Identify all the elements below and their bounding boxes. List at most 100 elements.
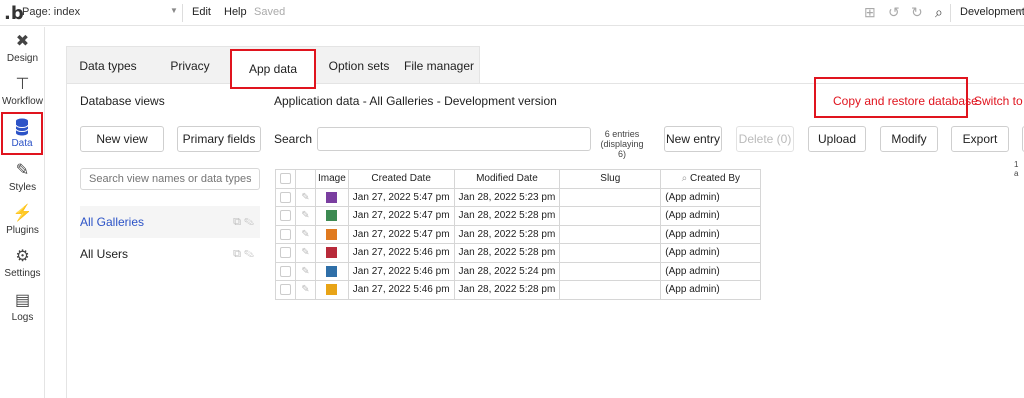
modified-date-cell[interactable]: Jan 28, 2022 5:28 pm [453, 243, 561, 263]
tab-data-types[interactable]: Data types [67, 47, 149, 85]
image-thumbnail[interactable] [326, 247, 338, 259]
row-checkbox-cell[interactable] [275, 187, 296, 207]
environment-selector[interactable]: Development [960, 6, 1024, 18]
rail-item-styles[interactable]: ✎ Styles [0, 158, 45, 200]
column-header[interactable]: Slug [559, 169, 662, 189]
created-date-cell[interactable]: Jan 27, 2022 5:47 pm [347, 224, 455, 244]
created-by-cell[interactable]: (App admin) [660, 243, 762, 263]
new-view-button[interactable]: New view [80, 126, 164, 152]
created-date-cell[interactable]: Jan 27, 2022 5:46 pm [347, 280, 455, 300]
rail-item-plugins[interactable]: ⚡ Plugins [0, 201, 45, 243]
modified-date-cell[interactable]: Jan 28, 2022 5:28 pm [453, 224, 561, 244]
image-thumbnail[interactable] [326, 284, 338, 296]
table-row[interactable]: ✎ Jan 27, 2022 5:46 pm Jan 28, 2022 5:28 p… [275, 243, 762, 263]
modify-button[interactable]: Modify [880, 126, 938, 152]
pencil-icon[interactable]: ✎ [301, 247, 309, 258]
table-row[interactable]: ✎ Jan 27, 2022 5:47 pm Jan 28, 2022 5:28 p… [275, 206, 762, 226]
checkbox[interactable] [280, 265, 291, 277]
gift-icon[interactable]: ⊞ [864, 4, 876, 21]
edit-cell[interactable]: ✎ [295, 187, 316, 207]
undo-icon[interactable]: ↺ [888, 4, 900, 21]
edit-cell[interactable]: ✎ [295, 280, 316, 300]
slug-cell[interactable] [559, 224, 662, 244]
created-by-cell[interactable]: (App admin) [660, 187, 762, 207]
search-icon[interactable]: ⌕ [682, 173, 688, 184]
created-date-cell[interactable]: Jan 27, 2022 5:46 pm [347, 261, 455, 281]
image-cell[interactable] [315, 280, 349, 300]
copy-edit-icons[interactable]: ⧉ ✎ [233, 206, 254, 238]
rail-item-logs[interactable]: ▤ Logs [0, 288, 45, 330]
switch-live-link[interactable]: Switch to li [974, 94, 1024, 108]
tab-file-manager[interactable]: File manager [399, 47, 479, 85]
export-button[interactable]: Export [951, 126, 1009, 152]
created-by-cell[interactable]: (App admin) [660, 280, 762, 300]
table-row[interactable]: ✎ Jan 27, 2022 5:47 pm Jan 28, 2022 5:23 p… [275, 187, 762, 207]
rail-item-workflow[interactable]: ⊤ Workflow [0, 72, 45, 114]
chevron-down-icon[interactable]: ▼ [1016, 7, 1024, 16]
search-input[interactable] [317, 127, 591, 151]
modified-date-cell[interactable]: Jan 28, 2022 5:23 pm [453, 187, 561, 207]
row-checkbox-cell[interactable] [275, 280, 296, 300]
delete-button[interactable]: Delete (0) [736, 126, 794, 152]
image-thumbnail[interactable] [326, 265, 338, 277]
pencil-icon[interactable]: ✎ [301, 266, 309, 277]
rail-item-data[interactable]: Data [1, 112, 43, 155]
image-thumbnail[interactable] [326, 191, 338, 203]
slug-cell[interactable] [559, 280, 662, 300]
image-thumbnail[interactable] [326, 228, 338, 240]
tab-option-sets[interactable]: Option sets [319, 47, 399, 85]
new-entry-button[interactable]: New entry [664, 126, 722, 152]
search-views-input[interactable] [80, 168, 260, 190]
image-cell[interactable] [315, 206, 349, 226]
primary-fields-button[interactable]: Primary fields [177, 126, 261, 152]
image-cell[interactable] [315, 224, 349, 244]
edit-cell[interactable]: ✎ [295, 224, 316, 244]
copy-restore-link[interactable]: Copy and restore database [833, 94, 978, 108]
edit-cell[interactable]: ✎ [295, 206, 316, 226]
modified-date-cell[interactable]: Jan 28, 2022 5:28 pm [453, 280, 561, 300]
edit-cell[interactable]: ✎ [295, 243, 316, 263]
created-date-cell[interactable]: Jan 27, 2022 5:47 pm [347, 187, 455, 207]
table-row[interactable]: ✎ Jan 27, 2022 5:46 pm Jan 28, 2022 5:28 p… [275, 280, 762, 300]
row-checkbox-cell[interactable] [275, 206, 296, 226]
table-row[interactable]: ✎ Jan 27, 2022 5:47 pm Jan 28, 2022 5:28 p… [275, 224, 762, 244]
checkbox[interactable] [280, 247, 291, 259]
slug-cell[interactable] [559, 243, 662, 263]
upload-button[interactable]: Upload [808, 126, 866, 152]
tab-privacy[interactable]: Privacy [149, 47, 231, 85]
created-by-cell[interactable]: (App admin) [660, 224, 762, 244]
created-by-header[interactable]: ⌕ Created By [660, 169, 762, 189]
column-header[interactable]: Modified Date [453, 169, 561, 189]
image-cell[interactable] [315, 243, 349, 263]
slug-cell[interactable] [559, 206, 662, 226]
checkbox[interactable] [280, 228, 291, 240]
slug-cell[interactable] [559, 187, 662, 207]
redo-icon[interactable]: ↻ [911, 4, 923, 21]
created-date-cell[interactable]: Jan 27, 2022 5:46 pm [347, 243, 455, 263]
image-cell[interactable] [315, 261, 349, 281]
checkbox[interactable] [280, 173, 291, 185]
view-item-all-galleries[interactable]: All Galleries ⧉ ✎ [80, 206, 260, 238]
select-all-checkbox-cell[interactable] [275, 169, 296, 189]
page-selector[interactable]: Page: index [22, 6, 80, 18]
checkbox[interactable] [280, 210, 291, 222]
checkbox[interactable] [280, 284, 291, 296]
created-by-cell[interactable]: (App admin) [660, 206, 762, 226]
help-menu[interactable]: Help [224, 6, 247, 18]
pencil-icon[interactable]: ✎ [301, 210, 309, 221]
rail-item-settings[interactable]: ⚙ Settings [0, 244, 45, 286]
modified-date-cell[interactable]: Jan 28, 2022 5:24 pm [453, 261, 561, 281]
image-thumbnail[interactable] [326, 210, 338, 222]
row-checkbox-cell[interactable] [275, 224, 296, 244]
pencil-icon[interactable]: ✎ [301, 229, 309, 240]
row-checkbox-cell[interactable] [275, 243, 296, 263]
created-by-cell[interactable]: (App admin) [660, 261, 762, 281]
edit-menu[interactable]: Edit [192, 6, 211, 18]
search-icon[interactable]: ⌕ [935, 4, 943, 21]
row-checkbox-cell[interactable] [275, 261, 296, 281]
image-cell[interactable] [315, 187, 349, 207]
edit-cell[interactable]: ✎ [295, 261, 316, 281]
tab-app-data[interactable]: App data [230, 49, 316, 89]
view-item-all-users[interactable]: All Users ⧉ ✎ [80, 238, 260, 270]
slug-cell[interactable] [559, 261, 662, 281]
